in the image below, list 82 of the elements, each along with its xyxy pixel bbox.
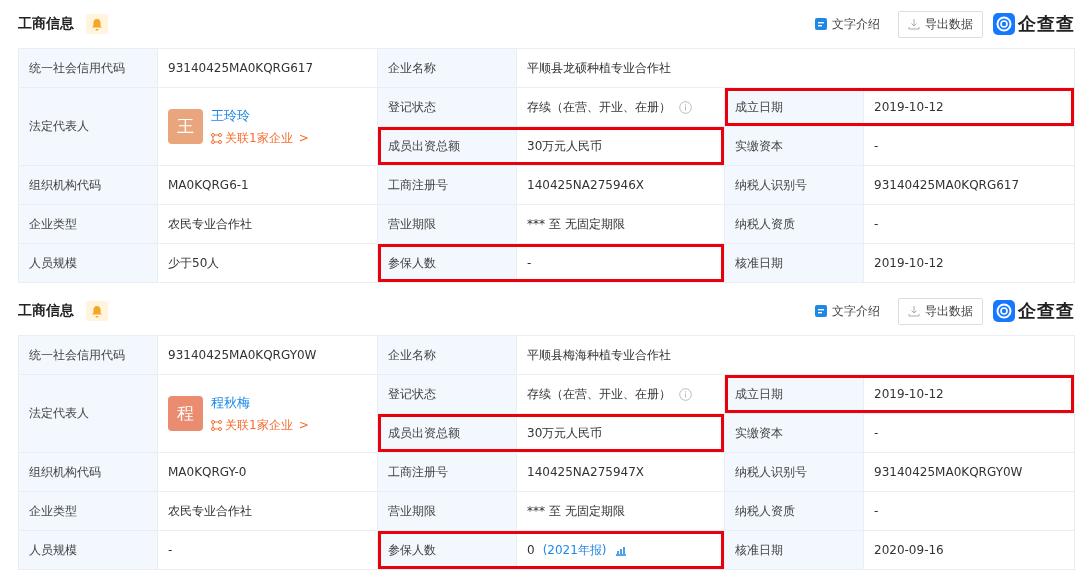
- field-label: 法定代表人: [19, 88, 158, 165]
- field-value: 93140425MA0KQRGY0W: [874, 465, 1023, 479]
- field-label: 营业期限: [378, 205, 517, 243]
- field-value: 93140425MA0KQRGY0W: [168, 348, 317, 362]
- export-button[interactable]: 导出数据: [898, 297, 983, 325]
- field-value: -: [527, 256, 532, 270]
- field-value: -: [874, 504, 879, 518]
- logo-icon: [993, 300, 1015, 322]
- field-label: 组织机构代码: [19, 166, 158, 204]
- annual-report-link[interactable]: (2021年报): [542, 541, 607, 559]
- person-link[interactable]: 王玲玲: [211, 106, 309, 125]
- field-label: 人员规模: [19, 244, 158, 282]
- logo-text: 企查查: [1018, 299, 1075, 323]
- network-icon: [211, 419, 222, 431]
- document-icon: [815, 18, 827, 30]
- download-icon: [908, 305, 920, 317]
- field-label: 营业期限: [378, 492, 517, 530]
- bell-icon[interactable]: [86, 14, 108, 34]
- bell-icon[interactable]: [86, 301, 108, 321]
- field-value: 140425NA275946X: [527, 178, 645, 192]
- field-label: 核准日期: [725, 531, 864, 569]
- field-value: 30万元人民币: [527, 424, 603, 442]
- section-title: 工商信息: [18, 15, 74, 33]
- field-value: 农民专业合作社: [168, 502, 252, 520]
- related-companies-link[interactable]: 关联1家企业 >: [211, 129, 309, 147]
- field-value: 存续（在营、开业、在册）: [527, 98, 671, 116]
- field-value: 农民专业合作社: [168, 215, 252, 233]
- field-label: 纳税人资质: [725, 205, 864, 243]
- field-value: 140425NA275947X: [527, 465, 645, 479]
- field-label: 人员规模: [19, 531, 158, 569]
- avatar: 王: [168, 109, 203, 144]
- field-label: 统一社会信用代码: [19, 49, 158, 87]
- field-label: 实缴资本: [725, 127, 864, 165]
- field-label: 组织机构代码: [19, 453, 158, 491]
- field-label: 纳税人识别号: [725, 166, 864, 204]
- field-value: 0: [527, 543, 535, 557]
- field-value: 2019-10-12: [874, 256, 944, 270]
- field-value: 93140425MA0KQRG617: [168, 61, 314, 75]
- field-label: 企业类型: [19, 205, 158, 243]
- field-label: 登记状态: [378, 88, 517, 126]
- field-value: -: [874, 426, 879, 440]
- chart-icon[interactable]: [614, 544, 627, 556]
- field-value: -: [874, 217, 879, 231]
- field-value: 2019-10-12: [874, 100, 944, 114]
- field-label: 法定代表人: [19, 375, 158, 452]
- network-icon: [211, 132, 222, 144]
- field-value: 2019-10-12: [874, 387, 944, 401]
- field-value: *** 至 无固定期限: [527, 502, 625, 520]
- logo-text: 企查查: [1018, 12, 1075, 36]
- field-label: 登记状态: [378, 375, 517, 413]
- field-value: MA0KQRG6-1: [168, 178, 249, 192]
- field-value: 平顺县梅海种植专业合作社: [527, 346, 671, 364]
- info-icon[interactable]: [679, 387, 692, 401]
- field-value: 平顺县龙硕种植专业合作社: [527, 59, 671, 77]
- field-value: 2020-09-16: [874, 543, 944, 557]
- avatar: 程: [168, 396, 203, 431]
- field-value: *** 至 无固定期限: [527, 215, 625, 233]
- field-value: MA0KQRGY-0: [168, 465, 247, 479]
- logo-icon: [993, 13, 1015, 35]
- field-label: 统一社会信用代码: [19, 336, 158, 374]
- field-value: -: [874, 139, 879, 153]
- field-label: 工商注册号: [378, 166, 517, 204]
- field-value: -: [168, 543, 173, 557]
- field-label: 核准日期: [725, 244, 864, 282]
- export-button[interactable]: 导出数据: [898, 10, 983, 38]
- field-value: 存续（在营、开业、在册）: [527, 385, 671, 403]
- field-value: 93140425MA0KQRG617: [874, 178, 1020, 192]
- field-label: 企业名称: [378, 336, 517, 374]
- field-value: 30万元人民币: [527, 137, 603, 155]
- related-companies-link[interactable]: 关联1家企业 >: [211, 416, 309, 434]
- section-title: 工商信息: [18, 302, 74, 320]
- field-label: 工商注册号: [378, 453, 517, 491]
- field-label: 纳税人资质: [725, 492, 864, 530]
- person-link[interactable]: 程秋梅: [211, 393, 309, 412]
- field-label: 纳税人识别号: [725, 453, 864, 491]
- field-label: 企业名称: [378, 49, 517, 87]
- download-icon: [908, 18, 920, 30]
- document-icon: [815, 305, 827, 317]
- info-icon[interactable]: [679, 100, 692, 114]
- field-label: 实缴资本: [725, 414, 864, 452]
- field-label: 企业类型: [19, 492, 158, 530]
- field-value: 少于50人: [168, 254, 220, 272]
